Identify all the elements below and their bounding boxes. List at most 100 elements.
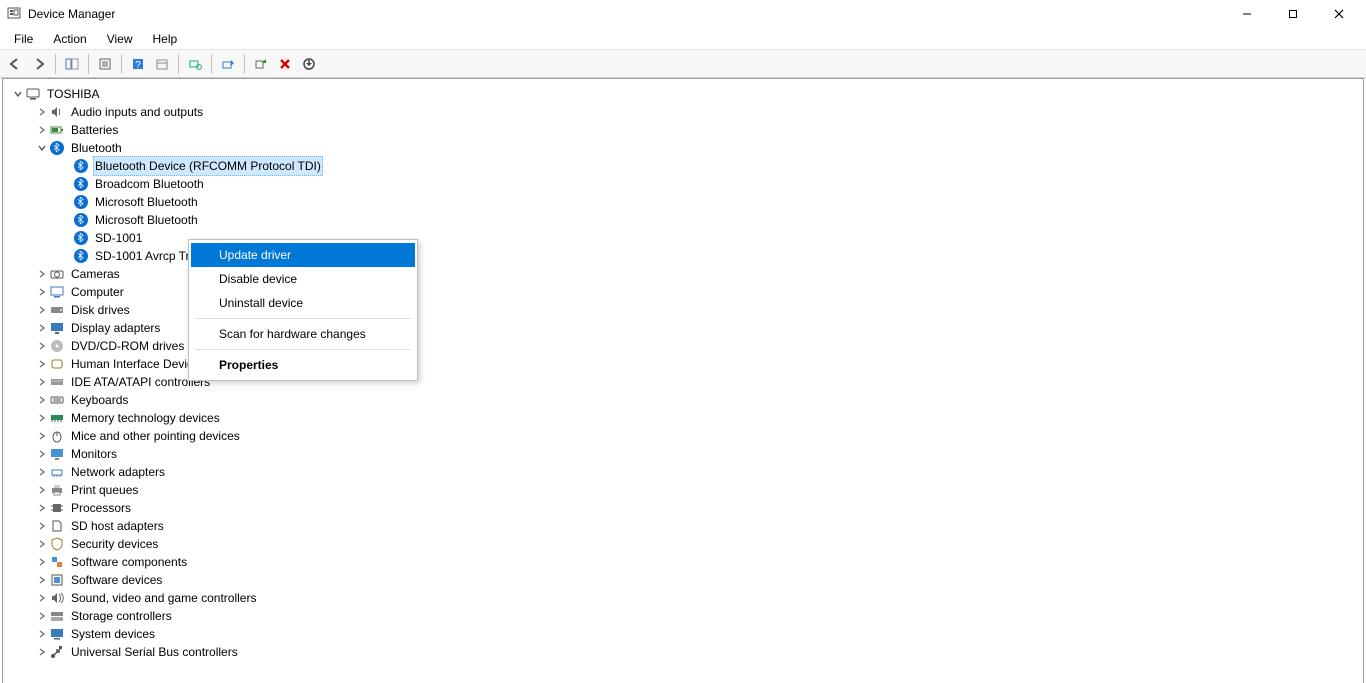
- chevron-right-icon[interactable]: [35, 123, 49, 137]
- tree-item-sdhost[interactable]: SD host adapters: [7, 517, 1359, 535]
- chevron-right-icon[interactable]: [35, 501, 49, 515]
- help-button[interactable]: ?: [127, 53, 149, 75]
- category-icon: [73, 194, 89, 210]
- category-icon: [49, 590, 65, 606]
- cm-properties[interactable]: Properties: [191, 353, 415, 377]
- chevron-right-icon[interactable]: [35, 537, 49, 551]
- chevron-right-icon[interactable]: [35, 465, 49, 479]
- uninstall-device-button[interactable]: [274, 53, 296, 75]
- chevron-right-icon[interactable]: [35, 321, 49, 335]
- chevron-down-icon[interactable]: [35, 141, 49, 155]
- scan-hardware-button[interactable]: [184, 53, 206, 75]
- tree-item-label: Broadcom Bluetooth: [93, 174, 206, 194]
- chevron-right-icon[interactable]: [35, 519, 49, 533]
- menu-file[interactable]: File: [4, 30, 43, 48]
- menubar: File Action View Help: [0, 28, 1366, 50]
- tree-item-label: Memory technology devices: [69, 408, 222, 428]
- window-title: Device Manager: [28, 7, 115, 21]
- menu-view[interactable]: View: [97, 30, 143, 48]
- menu-action[interactable]: Action: [43, 30, 96, 48]
- update-driver-button[interactable]: [217, 53, 239, 75]
- tree-item-bt-broadcom[interactable]: Broadcom Bluetooth: [7, 175, 1359, 193]
- toolbar-separator: [244, 54, 245, 74]
- tree-item-net[interactable]: Network adapters: [7, 463, 1359, 481]
- properties-button[interactable]: [94, 53, 116, 75]
- category-icon: [49, 554, 65, 570]
- chevron-down-icon[interactable]: [11, 87, 25, 101]
- category-icon: [49, 104, 65, 120]
- cm-separator: [195, 318, 411, 319]
- chevron-right-icon[interactable]: [35, 375, 49, 389]
- tree-root[interactable]: TOSHIBA: [7, 85, 1359, 103]
- tree-item-batteries[interactable]: Batteries: [7, 121, 1359, 139]
- context-menu: Update driver Disable device Uninstall d…: [188, 239, 418, 381]
- category-icon: [49, 500, 65, 516]
- chevron-right-icon[interactable]: [35, 339, 49, 353]
- minimize-button[interactable]: [1224, 0, 1270, 28]
- enable-device-button[interactable]: [250, 53, 272, 75]
- chevron-right-icon[interactable]: [35, 447, 49, 461]
- tree-item-swcomp[interactable]: Software components: [7, 553, 1359, 571]
- category-icon: [49, 446, 65, 462]
- tree-item-security[interactable]: Security devices: [7, 535, 1359, 553]
- tree-item-usb[interactable]: Universal Serial Bus controllers: [7, 643, 1359, 661]
- tree-item-sound[interactable]: Sound, video and game controllers: [7, 589, 1359, 607]
- disable-device-button[interactable]: [298, 53, 320, 75]
- cm-separator: [195, 349, 411, 350]
- tree-item-keyboards[interactable]: Keyboards: [7, 391, 1359, 409]
- chevron-right-icon[interactable]: [35, 627, 49, 641]
- toolbar-separator: [211, 54, 212, 74]
- tree-item-bt-ms1[interactable]: Microsoft Bluetooth: [7, 193, 1359, 211]
- cm-uninstall-device[interactable]: Uninstall device: [191, 291, 415, 315]
- chevron-right-icon[interactable]: [35, 483, 49, 497]
- forward-button[interactable]: [28, 53, 50, 75]
- category-icon: [73, 230, 89, 246]
- tree-item-sysdev[interactable]: System devices: [7, 625, 1359, 643]
- chevron-right-icon[interactable]: [35, 555, 49, 569]
- tree-item-label: Security devices: [69, 534, 160, 554]
- tree-item-label: DVD/CD-ROM drives: [69, 336, 186, 356]
- chevron-right-icon[interactable]: [35, 429, 49, 443]
- chevron-right-icon[interactable]: [35, 393, 49, 407]
- category-icon: [49, 644, 65, 660]
- tree-item-label: Network adapters: [69, 462, 167, 482]
- cm-update-driver[interactable]: Update driver: [191, 243, 415, 267]
- chevron-right-icon[interactable]: [35, 357, 49, 371]
- chevron-right-icon[interactable]: [35, 267, 49, 281]
- tree-item-bt-ms2[interactable]: Microsoft Bluetooth: [7, 211, 1359, 229]
- tree-item-storage[interactable]: Storage controllers: [7, 607, 1359, 625]
- close-button[interactable]: [1316, 0, 1362, 28]
- cm-disable-device[interactable]: Disable device: [191, 267, 415, 291]
- chevron-right-icon[interactable]: [35, 591, 49, 605]
- chevron-right-icon[interactable]: [35, 609, 49, 623]
- tree-item-audio[interactable]: Audio inputs and outputs: [7, 103, 1359, 121]
- tree-item-monitors[interactable]: Monitors: [7, 445, 1359, 463]
- chevron-right-icon[interactable]: [35, 645, 49, 659]
- chevron-right-icon[interactable]: [35, 411, 49, 425]
- tree-item-memtech[interactable]: Memory technology devices: [7, 409, 1359, 427]
- tree-item-mice[interactable]: Mice and other pointing devices: [7, 427, 1359, 445]
- cm-scan-hardware[interactable]: Scan for hardware changes: [191, 322, 415, 346]
- chevron-right-icon[interactable]: [35, 105, 49, 119]
- back-button[interactable]: [4, 53, 26, 75]
- chevron-right-icon[interactable]: [35, 573, 49, 587]
- tree-item-bluetooth[interactable]: Bluetooth: [7, 139, 1359, 157]
- category-icon: [49, 284, 65, 300]
- chevron-right-icon[interactable]: [35, 303, 49, 317]
- tree-item-label: System devices: [69, 624, 157, 644]
- category-icon: [49, 320, 65, 336]
- maximize-button[interactable]: [1270, 0, 1316, 28]
- calendar-button[interactable]: [151, 53, 173, 75]
- category-icon: [49, 338, 65, 354]
- category-icon: [73, 248, 89, 264]
- tree-item-processors[interactable]: Processors: [7, 499, 1359, 517]
- menu-help[interactable]: Help: [143, 30, 188, 48]
- show-hide-console-tree-button[interactable]: [61, 53, 83, 75]
- tree-item-label: Sound, video and game controllers: [69, 588, 258, 608]
- category-icon: [49, 356, 65, 372]
- tree-item-swdev[interactable]: Software devices: [7, 571, 1359, 589]
- tree-item-printq[interactable]: Print queues: [7, 481, 1359, 499]
- chevron-right-icon[interactable]: [35, 285, 49, 299]
- tree-item-label: Computer: [69, 282, 126, 302]
- tree-item-bt-rfcomm[interactable]: Bluetooth Device (RFCOMM Protocol TDI): [7, 157, 1359, 175]
